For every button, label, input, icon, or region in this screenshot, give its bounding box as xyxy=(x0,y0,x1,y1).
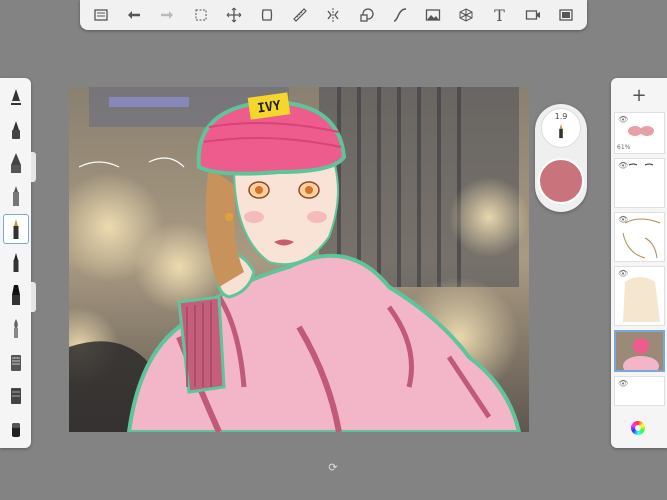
undo-icon[interactable] xyxy=(123,4,145,26)
brush-airbrush[interactable] xyxy=(3,181,29,211)
drawing-canvas[interactable]: IVY xyxy=(69,87,529,432)
brush-paint-brush[interactable] xyxy=(3,313,29,343)
layer-thumbnail[interactable]: 👁 61% xyxy=(614,112,665,154)
curve-icon[interactable] xyxy=(389,4,411,26)
layer-thumbnail[interactable]: 👁 xyxy=(614,158,665,208)
image-icon[interactable] xyxy=(422,4,444,26)
ink-pen-icon xyxy=(559,123,563,139)
layer-thumbnail-selected[interactable]: 👁 xyxy=(614,330,665,372)
top-toolbar: T xyxy=(80,0,587,30)
brush-puck[interactable]: 1.9 xyxy=(535,104,587,212)
brush-marker[interactable] xyxy=(3,148,29,178)
layer-thumbnail[interactable]: 👁 xyxy=(614,376,665,406)
brush-chisel[interactable] xyxy=(3,280,29,310)
ink-pen-icon xyxy=(13,219,18,239)
rotate-canvas-icon[interactable]: ⟳ xyxy=(327,462,339,474)
brush-size-value: 1.9 xyxy=(554,112,568,121)
text-icon[interactable]: T xyxy=(488,4,510,26)
brush-size-control[interactable]: 1.9 xyxy=(541,108,581,148)
brush-ink-pen[interactable] xyxy=(2,214,29,244)
layer-thumbnail[interactable]: 👁 xyxy=(614,212,665,262)
redo-icon[interactable] xyxy=(156,4,178,26)
color-swatch[interactable] xyxy=(538,158,584,204)
marker-icon xyxy=(10,153,21,173)
eye-icon[interactable]: 👁 xyxy=(618,379,628,388)
shapes-icon[interactable] xyxy=(356,4,378,26)
brush-icon xyxy=(13,253,18,272)
airbrush-icon xyxy=(12,186,19,206)
layers-panel: + 👁 61% 👁 👁 👁 👁 👁 xyxy=(611,78,667,448)
ruler-icon[interactable] xyxy=(289,4,311,26)
brush-brush[interactable] xyxy=(3,247,29,277)
brush-pencil[interactable] xyxy=(3,82,29,112)
layer-thumbnail[interactable]: 👁 xyxy=(614,266,665,326)
color-wheel-icon[interactable] xyxy=(631,421,645,435)
layer-opacity: 61% xyxy=(617,144,631,151)
brush-blur[interactable] xyxy=(3,379,29,409)
pencil-icon xyxy=(10,89,21,105)
smudge-icon xyxy=(10,355,21,371)
eraser-icon xyxy=(11,423,20,437)
perspective-icon[interactable] xyxy=(455,4,477,26)
chisel-icon xyxy=(11,285,20,305)
record-icon[interactable] xyxy=(522,4,544,26)
brush-palette-handle[interactable] xyxy=(31,152,36,182)
add-layer-button[interactable]: + xyxy=(611,82,667,108)
brush-smudge[interactable] xyxy=(3,346,29,376)
gallery-icon[interactable] xyxy=(90,4,112,26)
brush-palette-handle[interactable] xyxy=(31,282,36,312)
brush-eraser[interactable] xyxy=(3,412,29,442)
layer-select-icon[interactable] xyxy=(256,4,278,26)
fullscreen-icon[interactable] xyxy=(555,4,577,26)
pen-icon xyxy=(11,121,20,139)
blur-icon xyxy=(10,388,21,404)
symmetry-icon[interactable] xyxy=(322,4,344,26)
paint-brush-icon xyxy=(13,319,18,338)
brush-palette xyxy=(0,78,31,448)
brush-pen[interactable] xyxy=(3,115,29,145)
artwork: IVY xyxy=(69,87,529,432)
transform-icon[interactable] xyxy=(223,4,245,26)
selection-icon[interactable] xyxy=(190,4,212,26)
